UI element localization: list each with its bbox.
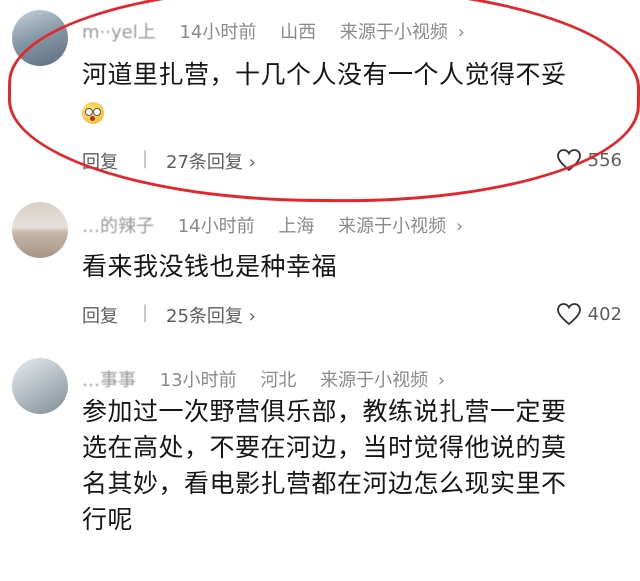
location: 河北: [260, 370, 297, 391]
replies-count: 25条回复: [166, 306, 243, 327]
like-count: 402: [587, 303, 622, 325]
view-replies-link[interactable]: 27条回复 ›: [166, 148, 256, 174]
username[interactable]: …的辣子: [82, 216, 154, 237]
location: 上海: [278, 216, 315, 237]
username[interactable]: …事事: [82, 370, 136, 391]
username[interactable]: m··yel上: [82, 22, 156, 43]
chevron-right-icon[interactable]: ›: [458, 22, 465, 43]
divider: |: [142, 302, 149, 323]
like-count: 556: [587, 149, 622, 171]
source-link[interactable]: 来源于小视频: [320, 370, 428, 391]
chevron-right-icon[interactable]: ›: [438, 370, 445, 391]
timestamp: 14小时前: [177, 216, 255, 237]
source-link[interactable]: 来源于小视频: [340, 22, 448, 43]
comment-meta: m··yel上 14小时前 山西 来源于小视频 ›: [82, 18, 483, 44]
heart-icon: [556, 303, 581, 326]
replies-count: 27条回复: [166, 152, 243, 173]
avatar[interactable]: [12, 358, 68, 414]
reply-button[interactable]: 回复: [82, 302, 118, 328]
comment-text-line: 参加过一次野营俱乐部，教练说扎营一定要: [82, 397, 567, 426]
comment-text: 看来我没钱也是种幸福: [82, 248, 622, 285]
like-button[interactable]: 556: [556, 148, 622, 172]
comment-meta: …的辣子 14小时前 上海 来源于小视频 ›: [82, 212, 481, 238]
comment-text: 河道里扎营，十几个人没有一个人觉得不妥: [82, 56, 622, 130]
avatar[interactable]: [12, 10, 68, 66]
emoji-icon: [82, 102, 104, 124]
view-replies-link[interactable]: 25条回复 ›: [166, 302, 256, 328]
comment-text-line: 行呢: [82, 505, 134, 534]
chevron-right-icon[interactable]: ›: [456, 216, 463, 237]
comment-text-line: 名其妙，看电影扎营都在河边怎么现实里不: [82, 469, 567, 498]
comment-meta: …事事 13小时前 河北 来源于小视频 ›: [82, 366, 463, 392]
timestamp: 14小时前: [179, 22, 257, 43]
like-button[interactable]: 402: [556, 302, 622, 326]
comment-text-content: 看来我没钱也是种幸福: [82, 252, 338, 281]
comment-actions: 回复 | 27条回复 › 556: [82, 148, 622, 174]
location: 山西: [280, 22, 317, 43]
source-link[interactable]: 来源于小视频: [338, 216, 446, 237]
comment-text: 参加过一次野营俱乐部，教练说扎营一定要 选在高处，不要在河边，当时觉得他说的莫 …: [82, 394, 622, 538]
comment-text-line: 选在高处，不要在河边，当时觉得他说的莫: [82, 433, 567, 462]
avatar[interactable]: [12, 202, 68, 258]
divider: |: [142, 148, 149, 169]
chevron-right-icon: ›: [248, 306, 256, 327]
reply-button[interactable]: 回复: [82, 148, 118, 174]
timestamp: 13小时前: [159, 370, 237, 391]
chevron-right-icon: ›: [248, 152, 256, 173]
comment-text-content: 河道里扎营，十几个人没有一个人觉得不妥: [82, 60, 567, 89]
heart-icon: [556, 149, 581, 172]
comment-actions: 回复 | 25条回复 › 402: [82, 302, 622, 328]
